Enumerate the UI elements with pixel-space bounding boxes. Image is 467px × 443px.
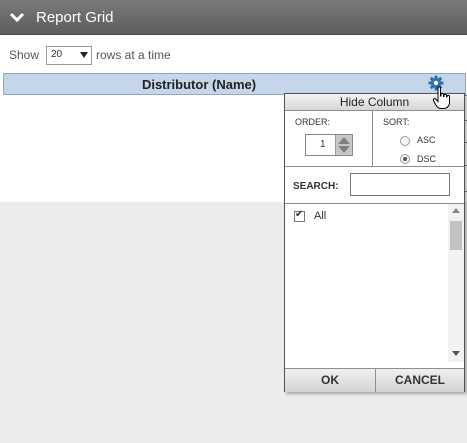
rows-per-page-value: 20 [51, 49, 63, 60]
popup-button-row: OK CANCEL [285, 368, 464, 392]
scrollbar-thumb[interactable] [450, 221, 462, 250]
scroll-up-icon[interactable] [452, 208, 460, 213]
filter-value-list: All [285, 204, 464, 362]
search-input[interactable] [350, 173, 450, 196]
column-header-label: Distributor (Name) [141, 77, 257, 92]
order-label: ORDER: [295, 117, 331, 127]
scroll-down-icon[interactable] [452, 351, 460, 356]
rows-suffix-label: rows at a time [96, 48, 171, 62]
order-stepper-buttons[interactable] [335, 135, 352, 155]
sort-label: SORT: [383, 117, 410, 127]
sort-asc-radio[interactable] [400, 136, 410, 146]
search-section: SEARCH: [285, 167, 464, 204]
panel-title: Report Grid [36, 9, 114, 26]
all-checkbox[interactable] [294, 209, 305, 222]
report-grid-titlebar[interactable]: Report Grid [0, 0, 467, 35]
dropdown-arrow-icon [80, 52, 88, 58]
ok-button[interactable]: OK [285, 369, 375, 392]
order-sort-divider [372, 111, 373, 166]
sort-dsc-radio[interactable] [400, 154, 410, 164]
rows-per-page-select[interactable]: 20 [46, 46, 92, 65]
cancel-button[interactable]: CANCEL [376, 369, 464, 392]
column-header[interactable]: Distributor (Name) [3, 73, 466, 95]
list-scrollbar[interactable] [448, 204, 464, 362]
order-sort-section: ORDER: 1 SORT: ASC DSC [285, 111, 464, 167]
show-label: Show [9, 48, 40, 62]
hand-pointer-icon [432, 86, 450, 109]
search-label: SEARCH: [293, 181, 339, 192]
order-stepper[interactable]: 1 [305, 134, 353, 156]
chevron-down-icon[interactable] [9, 9, 25, 25]
list-item-label: All [314, 210, 327, 222]
increment-arrow-icon[interactable] [338, 137, 350, 144]
sort-dsc-label: DSC [417, 154, 437, 164]
sort-asc-label: ASC [417, 135, 436, 145]
decrement-arrow-icon[interactable] [338, 146, 350, 153]
order-value: 1 [320, 139, 326, 150]
column-options-popup: Hide Column ORDER: 1 SORT: ASC DSC SEARC… [284, 93, 465, 392]
